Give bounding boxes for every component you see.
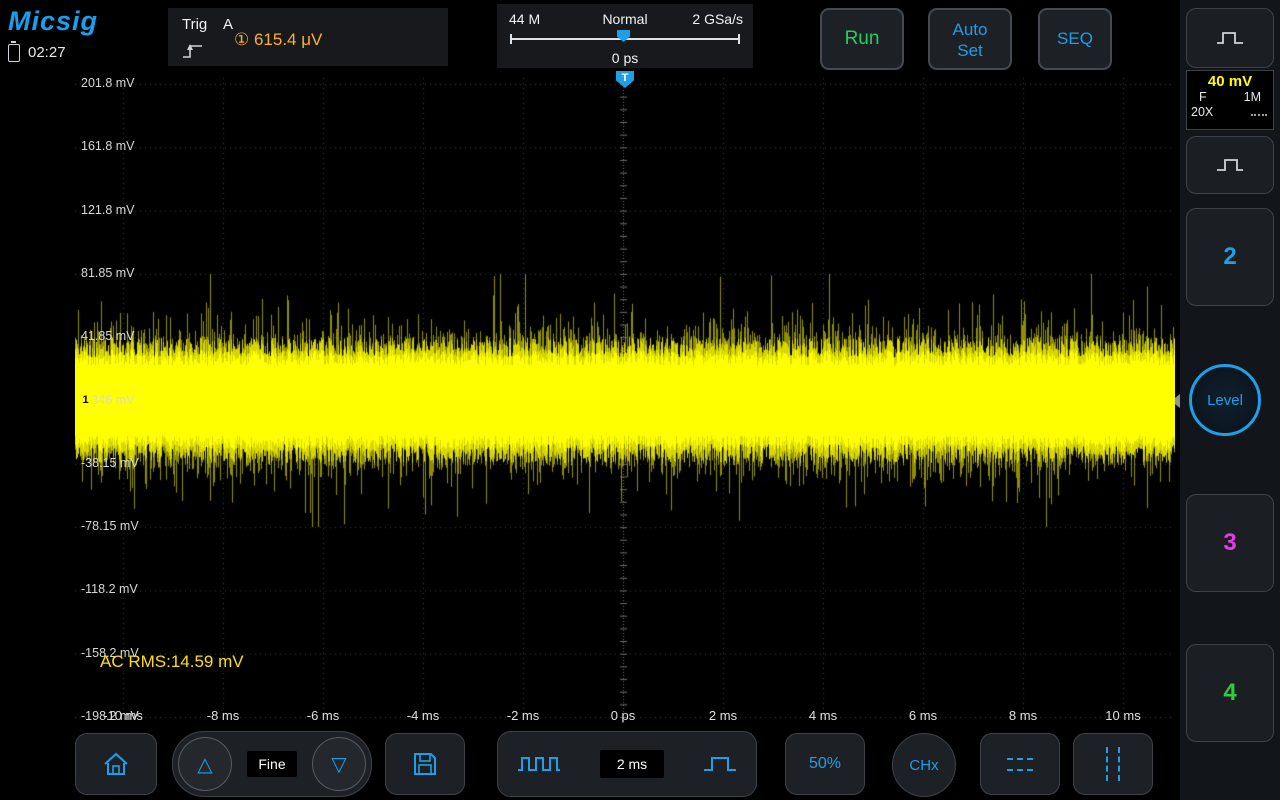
y-axis-label: -118.2 mV (81, 582, 149, 596)
autoset-label-line1: Auto (930, 19, 1010, 40)
x-axis-label: -6 ms (307, 708, 340, 723)
waveform-next-button[interactable] (1186, 136, 1274, 194)
waveform-prev-button[interactable] (1186, 8, 1274, 68)
ch1-coupling: F (1199, 90, 1207, 105)
plot-area: 201.8 mV 161.8 mV 121.8 mV 81.85 mV 41.85 mV… (75, 70, 1175, 728)
home-icon (102, 751, 130, 777)
vertical-dashed-lines-icon (1106, 747, 1120, 781)
ch4-button[interactable]: 4 (1186, 644, 1274, 742)
level-knob[interactable]: Level (1189, 364, 1261, 436)
measurement-readout: AC RMS:14.59 mV (100, 652, 244, 672)
trig-level-value: ① 615.4 μV (234, 30, 322, 50)
y-axis-label: 201.8 mV (81, 76, 149, 90)
x-axis-label: -4 ms (407, 708, 440, 723)
trigger-delay: 0 ps (497, 50, 753, 66)
fine-adjust-group: △ Fine ▽ (172, 731, 372, 797)
trig-title: Trig (182, 16, 207, 33)
acquisition-panel[interactable]: 44 M Normal 2 GSa/s 0 ps (497, 4, 753, 68)
x-axis-label: 6 ms (909, 708, 937, 723)
vertical-cursor-button[interactable] (1073, 733, 1153, 795)
chx-button[interactable]: CHx (892, 733, 956, 797)
autoset-button[interactable]: Auto Set (928, 8, 1012, 70)
x-axis-label: -8 ms (207, 708, 240, 723)
oscilloscope-app: Micsig 02:27 Trig A ① 615.4 μV 44 M Norm… (0, 0, 1280, 800)
save-icon (412, 751, 438, 777)
y-axis-label: 81.85 mV (81, 266, 149, 280)
probe-dots-icon (1251, 110, 1267, 116)
pulse-icon (1215, 29, 1245, 47)
ch1-probe: 20X (1191, 105, 1213, 120)
ch3-button[interactable]: 3 (1186, 494, 1274, 592)
x-axis-label: 2 ms (709, 708, 737, 723)
trigger-position-marker-icon[interactable] (617, 30, 630, 42)
single-pulse-icon (703, 754, 737, 774)
fifty-percent-button[interactable]: 50% (785, 733, 865, 795)
save-button[interactable] (385, 733, 465, 795)
rising-edge-icon (181, 42, 205, 60)
waveform-canvas[interactable] (75, 70, 1175, 728)
x-axis-label: 4 ms (809, 708, 837, 723)
triangle-up-icon: △ (197, 752, 212, 777)
bottom-toolbar: △ Fine ▽ 2 ms 50% CHx (0, 725, 1180, 800)
x-axis-label: -10 ms (103, 708, 143, 723)
micsig-logo: Micsig (8, 6, 98, 37)
y-axis-label: 161.8 mV (81, 139, 149, 153)
slider-left-tick (510, 34, 512, 44)
dashed-lines-icon (1007, 758, 1033, 771)
x-axis-label: -2 ms (507, 708, 540, 723)
ch1-info-button[interactable]: 40 mV F 1M 20X (1186, 70, 1274, 130)
clock: 02:27 (28, 44, 66, 61)
timebase-value: 2 ms (600, 750, 664, 778)
x-axis-label: 8 ms (1009, 708, 1037, 723)
home-button[interactable] (75, 733, 157, 795)
timebase-group[interactable]: 2 ms (497, 731, 757, 797)
y-axis-label: -78.15 mV (81, 519, 149, 533)
ch2-button[interactable]: 2 (1186, 208, 1274, 306)
multi-pulse-icon (517, 754, 561, 774)
y-axis-label: 121.8 mV (81, 203, 149, 217)
ch1-scale: 40 mV (1187, 73, 1273, 90)
pulse-icon (1215, 156, 1245, 174)
horizontal-cursor-button[interactable] (980, 733, 1060, 795)
run-button[interactable]: Run (820, 8, 904, 70)
sample-rate: 2 GSa/s (692, 11, 743, 27)
y-axis-label: 41.85 mV (81, 329, 149, 343)
slider-right-tick (738, 34, 740, 44)
seq-button[interactable]: SEQ (1038, 8, 1112, 70)
trig-slot: A (223, 16, 233, 33)
autoset-label-line2: Set (930, 40, 1010, 61)
x-axis-label: 10 ms (1105, 708, 1140, 723)
right-sidebar: 40 mV F 1M 20X 2 Level 3 4 (1180, 0, 1280, 800)
y-axis-label: -38.15 mV (81, 456, 149, 470)
trigger-info-panel[interactable]: Trig A ① 615.4 μV (168, 8, 448, 66)
decrease-button[interactable]: ▽ (312, 737, 366, 791)
fine-label: Fine (247, 751, 297, 777)
ch1-impedance: 1M (1244, 90, 1261, 105)
increase-button[interactable]: △ (178, 737, 232, 791)
x-axis-label: 0 ps (611, 708, 636, 723)
trigger-level-marker-icon[interactable] (1157, 394, 1169, 408)
battery-icon (8, 44, 20, 62)
triangle-down-icon: ▽ (331, 752, 346, 777)
